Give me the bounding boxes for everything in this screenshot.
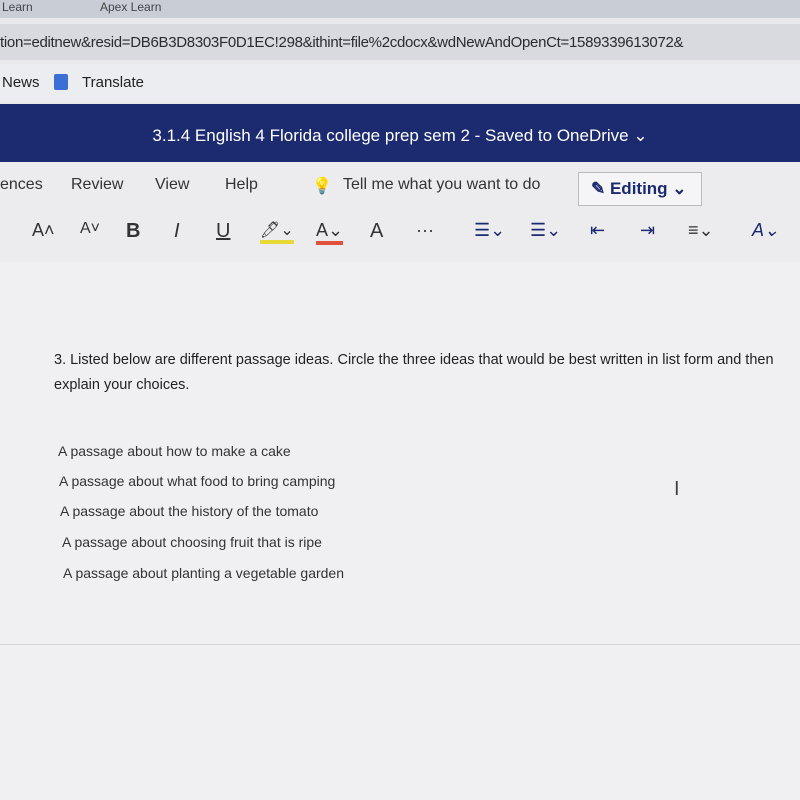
bookmarks-bar: News Translate bbox=[0, 64, 800, 102]
list-item: A passage about choosing fruit that is r… bbox=[62, 534, 322, 550]
tell-me-search[interactable]: Tell me what you want to do bbox=[343, 176, 540, 194]
pencil-icon: ✎ bbox=[591, 179, 610, 198]
increase-indent-button[interactable]: ⇥ bbox=[640, 220, 655, 241]
styles-button[interactable]: A⌄ bbox=[752, 220, 779, 241]
more-button[interactable]: ··· bbox=[416, 220, 434, 241]
page-divider bbox=[0, 644, 800, 645]
menu-references[interactable]: ences bbox=[0, 176, 43, 194]
menu-help[interactable]: Help bbox=[225, 176, 258, 194]
tab-apex[interactable]: Apex Learn bbox=[100, 0, 161, 16]
grow-font-button[interactable]: A˄ bbox=[32, 220, 55, 241]
text-cursor-icon: I bbox=[674, 478, 680, 500]
translate-icon bbox=[54, 74, 68, 90]
numbering-button[interactable]: ☰⌄ bbox=[530, 220, 561, 241]
lightbulb-icon: 💡 bbox=[312, 178, 332, 195]
editing-mode-button[interactable]: ✎ Editing ⌄ bbox=[578, 172, 702, 206]
menu-review[interactable]: Review bbox=[71, 176, 123, 194]
shrink-font-button[interactable]: A˅ bbox=[80, 220, 100, 238]
bookmark-translate[interactable]: Translate bbox=[82, 74, 144, 91]
menu-view[interactable]: View bbox=[155, 176, 189, 194]
browser-tabs: Learn Apex Learn bbox=[0, 0, 800, 18]
italic-button[interactable]: I bbox=[174, 220, 180, 243]
decrease-indent-button[interactable]: ⇤ bbox=[590, 220, 605, 241]
document-title[interactable]: 3.1.4 English 4 Florida college prep sem… bbox=[0, 104, 800, 162]
tab-learn[interactable]: Learn bbox=[2, 0, 33, 16]
address-bar[interactable]: tion=editnew&resid=DB6B3D8303F0D1EC!298&… bbox=[0, 24, 800, 60]
editing-label: Editing ⌄ bbox=[609, 179, 687, 198]
document-canvas[interactable]: 3. Listed below are different passage id… bbox=[0, 262, 800, 800]
font-color-button[interactable]: A⌄ bbox=[316, 220, 344, 245]
list-item: A passage about the history of the tomat… bbox=[60, 503, 319, 519]
bullets-button[interactable]: ☰⌄ bbox=[474, 220, 505, 241]
highlight-button[interactable]: 🖊⌄ bbox=[260, 220, 294, 244]
underline-button[interactable]: U bbox=[216, 220, 230, 243]
clear-formatting-button[interactable]: A bbox=[370, 220, 383, 243]
ribbon: ences Review View Help 💡 Tell me what yo… bbox=[0, 162, 800, 262]
bold-button[interactable]: B bbox=[126, 220, 140, 243]
question-text: 3. Listed below are different passage id… bbox=[54, 352, 774, 393]
list-item: A passage about how to make a cake bbox=[58, 443, 291, 459]
list-item: A passage about planting a vegetable gar… bbox=[63, 565, 345, 581]
bookmark-news[interactable]: News bbox=[2, 74, 40, 91]
align-button[interactable]: ≡⌄ bbox=[688, 220, 714, 241]
list-item: A passage about what food to bring campi… bbox=[59, 473, 336, 489]
